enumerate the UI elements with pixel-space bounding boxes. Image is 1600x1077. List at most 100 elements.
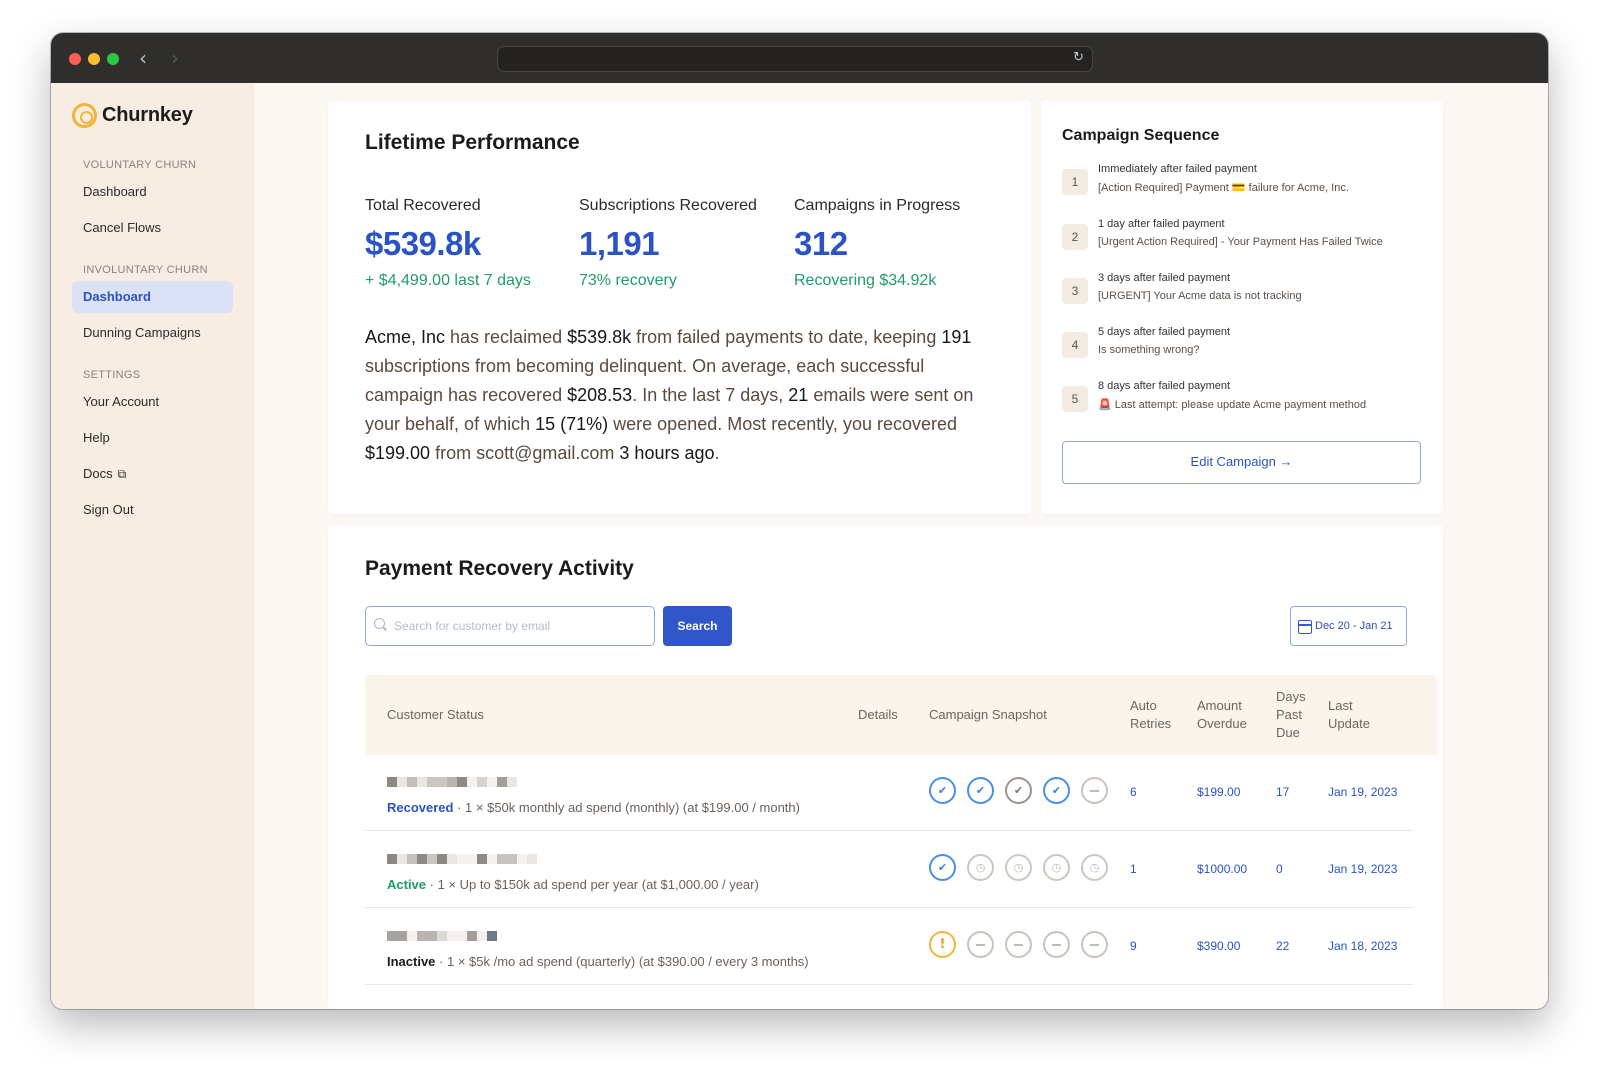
email-opened-check-icon[interactable]: ✔	[929, 777, 956, 804]
status-badge[interactable]: Recovered	[387, 800, 453, 815]
section-settings: SETTINGS	[83, 369, 141, 381]
step-timing: 8 days after failed payment	[1098, 380, 1231, 392]
email-scheduled-clock-icon[interactable]: ◷	[1043, 854, 1070, 881]
plan-description: · 1 × $50k monthly ad spend (monthly) (a…	[453, 800, 800, 815]
close-window-button[interactable]	[69, 53, 81, 65]
email-skipped-icon[interactable]	[1081, 931, 1108, 958]
edit-campaign-button[interactable]: Edit Campaign →	[1062, 441, 1421, 484]
external-link-icon: ⧉	[117, 467, 127, 481]
address-bar[interactable]: ↻	[497, 46, 1093, 72]
step-number: 5	[1062, 386, 1088, 412]
campaign-step[interactable]: 1 Immediately after failed payment [Acti…	[1062, 163, 1432, 203]
sidebar: Churnkey VOLUNTARY CHURN Dashboard Cance…	[51, 83, 254, 1009]
summary-ago: 3 hours ago	[619, 443, 715, 463]
summary-opened: 15 (71%)	[535, 414, 609, 434]
summary-text: were opened. Most recently, you recovere…	[608, 414, 958, 434]
forward-arrow-icon[interactable]: ›	[171, 46, 179, 70]
campaign-step[interactable]: 5 8 days after failed payment 🚨 Last att…	[1062, 380, 1432, 420]
col-days-past-due[interactable]: Days Past Due	[1276, 688, 1312, 742]
sidebar-item-cancel-flows[interactable]: Cancel Flows	[72, 212, 233, 244]
table-row[interactable]: Inactive · 1 × $5k /mo ad spend (quarter…	[365, 909, 1413, 985]
email-skipped-icon[interactable]	[967, 931, 994, 958]
col-last-update[interactable]: Last Update	[1328, 697, 1378, 733]
summary-email: scott@gmail.com	[476, 443, 615, 463]
email-scheduled-clock-icon[interactable]: ◷	[1081, 854, 1108, 881]
lifetime-performance-title: Lifetime Performance	[365, 131, 580, 154]
days-past-due-cell: 0	[1276, 862, 1283, 876]
last-update-cell: Jan 18, 2023	[1328, 939, 1398, 953]
email-skipped-icon[interactable]	[1005, 931, 1032, 958]
step-subject: [URGENT] Your Acme data is not tracking	[1098, 290, 1302, 302]
table-row[interactable]: Recovered · 1 × $50k monthly ad spend (m…	[365, 755, 1413, 831]
maximize-window-button[interactable]	[107, 53, 119, 65]
reload-icon[interactable]: ↻	[1073, 50, 1084, 65]
redacted-customer-email	[387, 854, 537, 864]
summary-amount: $539.8k	[567, 327, 632, 347]
email-skipped-icon[interactable]	[1043, 931, 1070, 958]
step-timing: 3 days after failed payment	[1098, 272, 1231, 284]
col-campaign-snapshot[interactable]: Campaign Snapshot	[929, 706, 1047, 724]
sidebar-item-voluntary-dashboard[interactable]: Dashboard	[72, 176, 233, 208]
campaigns-in-progress-label: Campaigns in Progress	[794, 197, 961, 214]
step-timing: 1 day after failed payment	[1098, 218, 1225, 230]
col-amount-overdue[interactable]: Amount Overdue	[1197, 697, 1257, 733]
campaign-sequence-title: Campaign Sequence	[1062, 127, 1220, 144]
email-opened-check-icon[interactable]: ✔	[929, 854, 956, 881]
email-skipped-icon[interactable]	[1081, 777, 1108, 804]
auto-retries-cell: 9	[1130, 939, 1137, 953]
step-timing: 5 days after failed payment	[1098, 326, 1231, 338]
step-number: 2	[1062, 224, 1088, 250]
email-scheduled-clock-icon[interactable]: ◷	[1005, 854, 1032, 881]
email-scheduled-clock-icon[interactable]: ◷	[967, 854, 994, 881]
total-recovered-value: $539.8k	[365, 225, 481, 262]
sidebar-item-dunning-campaigns[interactable]: Dunning Campaigns	[72, 317, 233, 349]
campaign-snapshot: ✔ ✔ ✔ ✔	[929, 777, 1108, 804]
sidebar-item-sign-out[interactable]: Sign Out	[72, 494, 233, 526]
back-arrow-icon[interactable]: ‹	[139, 46, 147, 70]
col-auto-retries[interactable]: Auto Retries	[1130, 697, 1180, 733]
summary-subs: 191	[941, 327, 972, 347]
campaign-sequence-card: Campaign Sequence 1 Immediately after fa…	[1041, 101, 1443, 514]
customer-search-input[interactable]: Search for customer by email	[365, 606, 655, 646]
amount-overdue-cell: $390.00	[1197, 939, 1241, 953]
sidebar-item-help[interactable]: Help	[72, 422, 233, 454]
col-customer-status[interactable]: Customer Status	[387, 706, 484, 724]
subscriptions-recovered-sub: 73% recovery	[579, 272, 677, 289]
browser-titlebar: ‹ › ↻	[51, 33, 1548, 83]
status-badge[interactable]: Inactive	[387, 954, 435, 969]
logo[interactable]: Churnkey	[72, 103, 193, 128]
table-row[interactable]: Active · 1 × Up to $150k ad spend per ye…	[365, 832, 1413, 908]
sidebar-item-docs-label: Docs	[83, 466, 113, 481]
sidebar-item-your-account[interactable]: Your Account	[72, 386, 233, 418]
minimize-window-button[interactable]	[88, 53, 100, 65]
activity-title: Payment Recovery Activity	[365, 557, 634, 580]
campaign-step[interactable]: 4 5 days after failed payment Is somethi…	[1062, 326, 1432, 366]
lifetime-performance-card: Lifetime Performance Total Recovered $53…	[328, 101, 1031, 514]
email-opened-check-icon[interactable]: ✔	[967, 777, 994, 804]
warning-icon[interactable]: !	[929, 931, 956, 958]
col-details[interactable]: Details	[858, 706, 898, 724]
date-range-picker[interactable]: Dec 20 - Jan 21	[1290, 606, 1407, 646]
campaign-step[interactable]: 3 3 days after failed payment [URGENT] Y…	[1062, 272, 1432, 312]
sidebar-item-involuntary-dashboard[interactable]: Dashboard	[72, 281, 233, 313]
subscriptions-recovered-label: Subscriptions Recovered	[579, 197, 757, 214]
step-subject: [Urgent Action Required] - Your Payment …	[1098, 236, 1383, 248]
email-opened-check-icon[interactable]: ✔	[1043, 777, 1070, 804]
status-badge[interactable]: Active	[387, 877, 426, 892]
campaign-snapshot: !	[929, 931, 1108, 958]
plan-description: · 1 × $5k /mo ad spend (quarterly) (at $…	[435, 954, 809, 969]
step-subject: 🚨 Last attempt: please update Acme payme…	[1098, 399, 1367, 411]
date-range-label: Dec 20 - Jan 21	[1315, 620, 1393, 632]
summary-text: . In the last 7 days,	[632, 385, 789, 405]
email-sent-check-icon[interactable]: ✔	[1005, 777, 1032, 804]
summary-text: has reclaimed	[445, 327, 568, 347]
search-placeholder: Search for customer by email	[394, 619, 551, 633]
section-involuntary-churn: INVOLUNTARY CHURN	[83, 264, 208, 276]
summary-company: Acme, Inc	[365, 327, 446, 347]
step-subject: [Action Required] Payment 💳 failure for …	[1098, 182, 1349, 194]
search-button[interactable]: Search	[663, 606, 732, 646]
sidebar-item-docs[interactable]: Docs ⧉	[72, 458, 233, 490]
search-icon	[374, 618, 385, 629]
campaign-step[interactable]: 2 1 day after failed payment [Urgent Act…	[1062, 218, 1432, 258]
redacted-customer-email	[387, 931, 497, 941]
